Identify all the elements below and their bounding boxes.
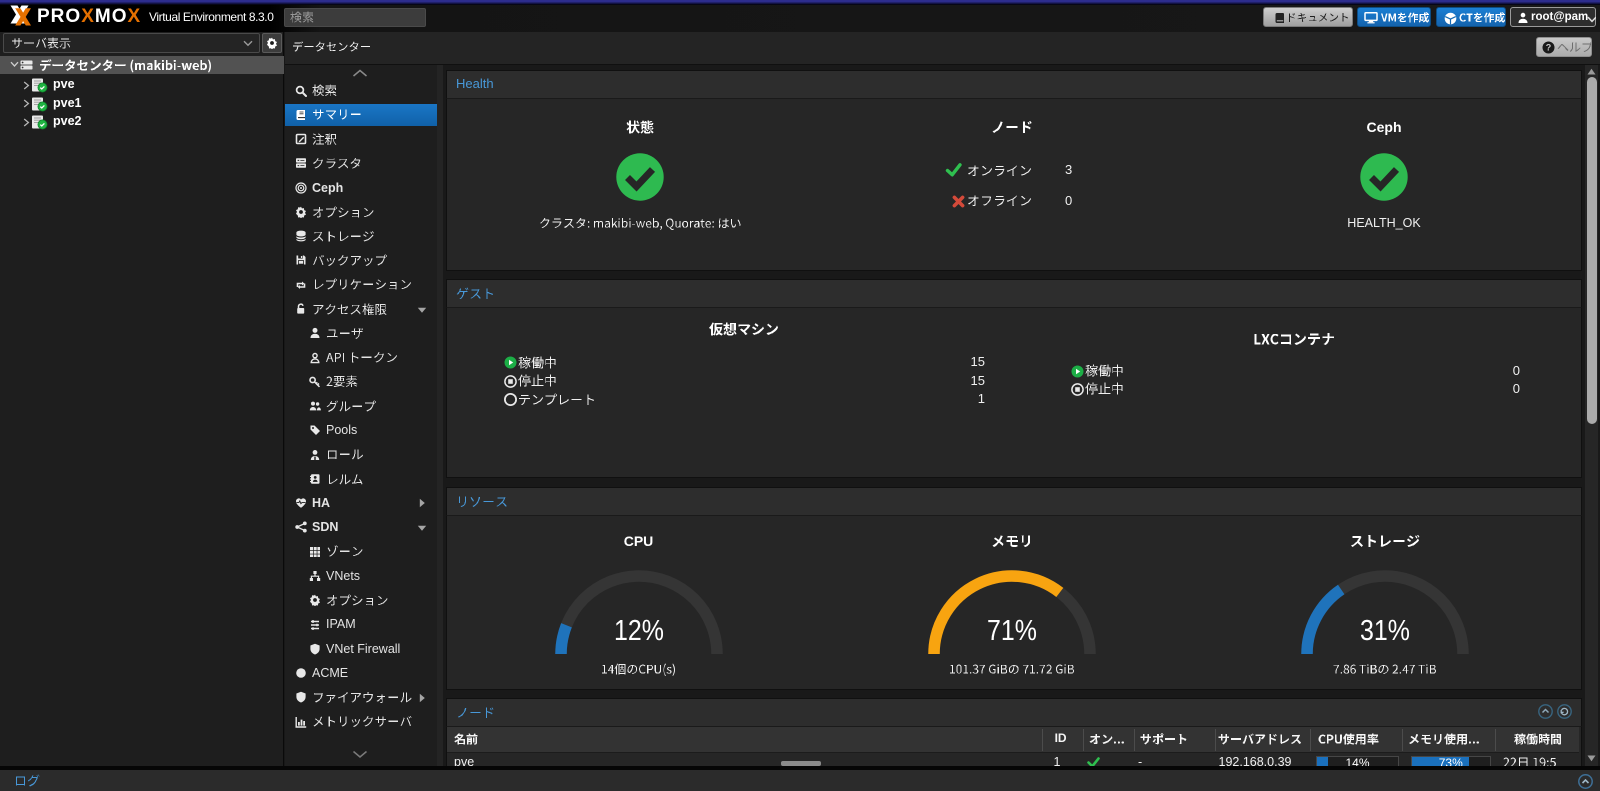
svg-text:?: ? bbox=[1546, 43, 1552, 53]
